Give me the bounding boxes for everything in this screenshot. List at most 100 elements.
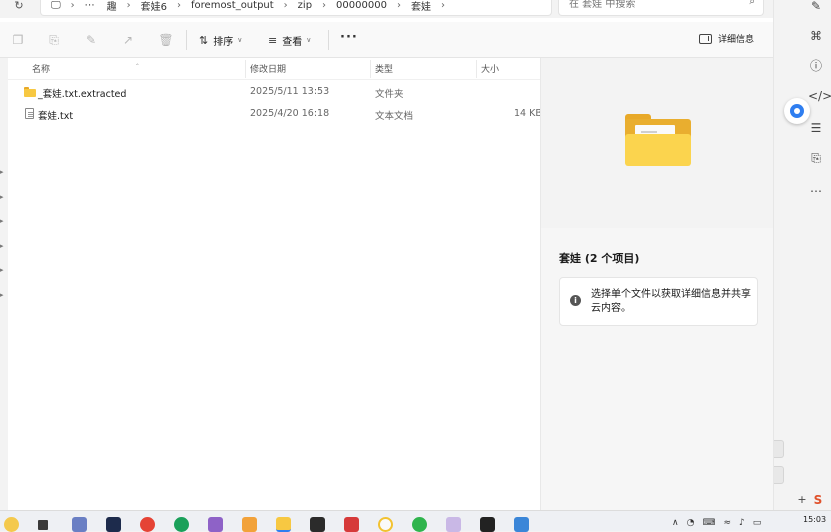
details-pane-label: 详细信息 — [718, 35, 755, 45]
sort-label: 排序 — [213, 36, 234, 48]
clipboard-icon[interactable]: ⎘ — [808, 150, 824, 166]
command-bar: ❐ ⎘ ✎ ↗ 🗑 ⇅ 排序 ∨ ≡ 查看 ∨ ··· 详细信息 — [0, 22, 773, 58]
list-icon[interactable]: ☰ — [808, 120, 824, 136]
sort-icon: ⇅ — [199, 33, 209, 47]
copy-path-icon[interactable]: ❐ — [10, 32, 26, 48]
info-text: 选择单个文件以获取详细信息并共享云内容。 — [591, 289, 751, 314]
refresh-icon[interactable]: ↻ — [10, 0, 28, 14]
breadcrumb-item[interactable]: zip — [292, 0, 318, 11]
chevron-right-icon[interactable]: ▸ — [0, 217, 4, 225]
wps-icon[interactable] — [344, 517, 359, 532]
file-row[interactable]: _套娃.txt.extracted 2025/5/11 13:53 文件夹 — [8, 81, 540, 103]
chevron-right-icon[interactable]: ▸ — [0, 242, 4, 250]
brand-s-icon[interactable]: S — [810, 492, 826, 508]
wechat-icon[interactable] — [412, 517, 427, 532]
breadcrumb-separator[interactable]: › — [437, 0, 449, 11]
column-date[interactable]: 修改日期 — [250, 62, 286, 75]
panel-tab[interactable] — [774, 466, 784, 484]
details-title: 套娃 (2 个项目) — [559, 252, 640, 265]
view-lines-icon: ≡ — [268, 33, 278, 47]
input-method-icon[interactable]: ⌨ — [702, 518, 715, 528]
edge-icon[interactable] — [174, 517, 189, 532]
assistant-button[interactable] — [784, 98, 810, 124]
clock[interactable]: 15:03 — [803, 515, 826, 524]
network-icon[interactable]: ◔ — [687, 518, 695, 528]
code-icon[interactable]: </> — [808, 88, 831, 104]
details-pane: 套娃 (2 个项目) i 选择单个文件以获取详细信息并共享云内容。 — [540, 58, 774, 510]
breadcrumb[interactable]: 🖵 › ⋯ 趣 › 套娃6 › foremost_output › zip › … — [40, 0, 552, 16]
search-app-icon[interactable] — [378, 517, 393, 532]
add-icon[interactable]: + — [794, 492, 810, 508]
app-icon[interactable] — [480, 517, 495, 532]
puzzle-icon[interactable]: ⌘ — [808, 28, 824, 44]
breadcrumb-overflow[interactable]: ⋯ — [79, 0, 101, 11]
column-divider[interactable] — [245, 60, 246, 78]
terminal-icon[interactable] — [106, 517, 121, 532]
chevron-right-icon[interactable]: ▸ — [0, 168, 4, 176]
chevron-down-icon: ∨ — [306, 36, 312, 44]
info-icon: i — [570, 295, 581, 306]
file-list[interactable]: ‸ 名称 修改日期 类型 大小 _套娃.txt.extracted 2025/5… — [8, 56, 542, 510]
breadcrumb-separator: › — [126, 0, 131, 11]
app-icon[interactable] — [310, 517, 325, 532]
file-size: 14 KB — [514, 108, 542, 119]
search-box[interactable]: ⌕ — [558, 0, 764, 16]
chevron-up-icon[interactable]: ∧ — [672, 518, 679, 528]
delete-icon[interactable]: 🗑 — [158, 32, 174, 48]
column-divider[interactable] — [370, 60, 371, 78]
breadcrumb-item[interactable]: 00000000 — [330, 0, 393, 11]
navigation-pane-edge[interactable]: ▸ ▸ ▸ ▸ ▸ ▸ — [0, 58, 8, 510]
paste-icon[interactable]: ⎘ — [46, 32, 62, 48]
monitor-icon[interactable]: 🖵 — [49, 0, 67, 11]
app-icon[interactable] — [72, 517, 87, 532]
breadcrumb-separator: › — [283, 0, 288, 11]
app-icon[interactable] — [446, 517, 461, 532]
breadcrumb-item[interactable]: foremost_output — [185, 0, 280, 11]
view-label: 查看 — [282, 36, 303, 48]
breadcrumb-item[interactable]: 套娃6 — [135, 0, 173, 13]
details-pane-button[interactable]: 详细信息 — [699, 32, 754, 45]
chrome-icon[interactable] — [140, 517, 155, 532]
folder-icon — [24, 87, 36, 97]
chevron-right-icon[interactable]: ▸ — [0, 291, 4, 299]
breadcrumb-separator: › — [177, 0, 182, 11]
toolbar-divider — [186, 30, 187, 50]
file-row[interactable]: 套娃.txt 2025/4/20 16:18 文本文档 14 KB — [8, 103, 542, 125]
panel-tab[interactable] — [774, 440, 784, 458]
column-size[interactable]: 大小 — [481, 62, 499, 75]
help-icon[interactable]: ⓘ — [808, 58, 824, 74]
breadcrumb-item[interactable]: 趣 — [101, 0, 123, 13]
more-options-button[interactable]: ··· — [340, 30, 358, 45]
file-explorer-icon[interactable] — [276, 517, 291, 532]
breadcrumb-separator: › — [70, 0, 75, 11]
wifi-icon[interactable]: ≈ — [723, 518, 731, 528]
file-date: 2025/5/11 13:53 — [250, 86, 330, 97]
file-date: 2025/4/20 16:18 — [250, 108, 330, 119]
search-icon[interactable]: ⌕ — [749, 0, 755, 7]
file-type: 文件夹 — [375, 89, 404, 100]
preview-area — [541, 58, 774, 228]
column-divider[interactable] — [476, 60, 477, 78]
column-name[interactable]: 名称 — [32, 62, 50, 75]
system-tray: ∧ ◔ ⌨ ≈ ♪ ▭ — [672, 518, 761, 528]
more-icon[interactable]: … — [808, 180, 824, 196]
view-button[interactable]: ≡ 查看 ∨ — [268, 31, 311, 49]
volume-icon[interactable]: ♪ — [739, 518, 745, 528]
rename-icon[interactable]: ✎ — [83, 32, 99, 48]
edit-icon[interactable]: ✎ — [808, 0, 824, 14]
app-icon[interactable] — [514, 517, 529, 532]
start-icon[interactable] — [38, 520, 48, 530]
weather-icon[interactable] — [4, 517, 19, 532]
column-type[interactable]: 类型 — [375, 62, 393, 75]
chevron-right-icon[interactable]: ▸ — [0, 193, 4, 201]
app-icon[interactable] — [242, 517, 257, 532]
details-pane-icon — [699, 33, 712, 44]
share-icon[interactable]: ↗ — [120, 32, 136, 48]
search-input[interactable] — [569, 0, 739, 11]
file-name: _套娃.txt.extracted — [38, 89, 127, 100]
battery-icon[interactable]: ▭ — [753, 518, 762, 528]
sort-button[interactable]: ⇅ 排序 ∨ — [199, 31, 242, 49]
chevron-right-icon[interactable]: ▸ — [0, 266, 4, 274]
breadcrumb-item-current[interactable]: 套娃 — [405, 0, 437, 13]
app-icon[interactable] — [208, 517, 223, 532]
